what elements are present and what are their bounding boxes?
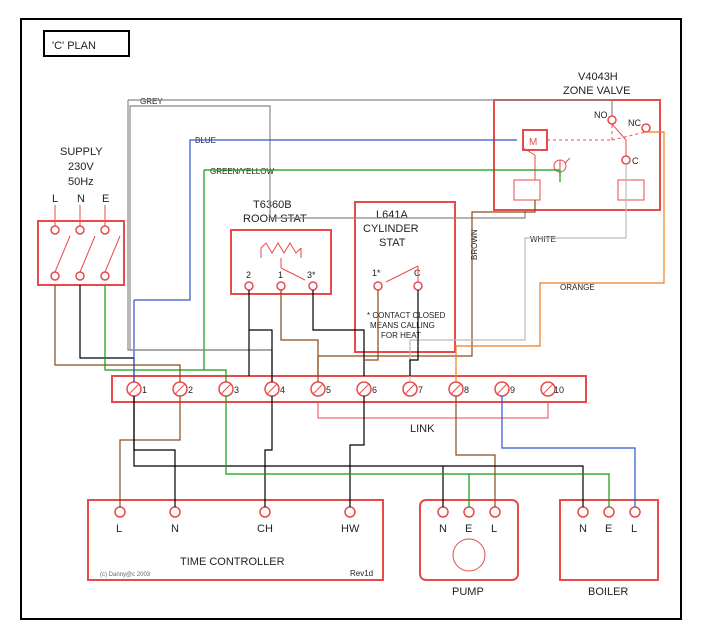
svg-text:M: M bbox=[529, 137, 537, 148]
pump: N E L PUMP bbox=[420, 500, 518, 598]
svg-text:E: E bbox=[465, 523, 472, 535]
label-orange: ORANGE bbox=[560, 283, 595, 292]
cylstat-name1: CYLINDER bbox=[363, 223, 419, 235]
svg-text:C: C bbox=[632, 156, 639, 166]
svg-text:1: 1 bbox=[142, 385, 147, 395]
roomstat-name: ROOM STAT bbox=[243, 213, 307, 225]
svg-text:N: N bbox=[579, 523, 587, 535]
svg-text:BOILER: BOILER bbox=[588, 586, 628, 598]
supply-switch bbox=[38, 205, 124, 285]
strip-link: LINK bbox=[410, 423, 435, 435]
label-green: GREEN/YELLOW bbox=[210, 167, 274, 176]
supply-freq: 50Hz bbox=[68, 176, 94, 188]
svg-text:7: 7 bbox=[418, 385, 423, 395]
supply-term-l: L bbox=[52, 193, 58, 205]
svg-text:4: 4 bbox=[280, 385, 285, 395]
roomstat-model: T6360B bbox=[253, 199, 292, 211]
supply-term-e: E bbox=[102, 193, 109, 205]
supply-voltage: 230V bbox=[68, 161, 94, 173]
svg-text:TIME CONTROLLER: TIME CONTROLLER bbox=[180, 556, 285, 568]
svg-text:L: L bbox=[491, 523, 497, 535]
svg-text:3: 3 bbox=[234, 385, 239, 395]
zonevalve-name: ZONE VALVE bbox=[563, 85, 630, 97]
label-brown: BROWN bbox=[470, 229, 479, 260]
cylstat-model: L641A bbox=[376, 209, 408, 221]
label-white: WHITE bbox=[530, 235, 556, 244]
svg-text:L: L bbox=[631, 523, 637, 535]
svg-text:NC: NC bbox=[628, 118, 641, 128]
svg-text:HW: HW bbox=[341, 523, 360, 535]
svg-text:FOR HEAT: FOR HEAT bbox=[381, 331, 421, 340]
boiler: N E L BOILER bbox=[560, 500, 658, 598]
zone-valve: M NO NC C bbox=[494, 100, 660, 210]
svg-text:NO: NO bbox=[594, 110, 608, 120]
svg-text:L: L bbox=[116, 523, 122, 535]
svg-text:N: N bbox=[439, 523, 447, 535]
copyright: (c) Danny@c 2003 bbox=[100, 572, 151, 578]
supply-label: SUPPLY bbox=[60, 146, 103, 158]
svg-text:3*: 3* bbox=[307, 270, 316, 280]
svg-text:2: 2 bbox=[246, 270, 251, 280]
svg-text:1: 1 bbox=[278, 270, 283, 280]
svg-text:6: 6 bbox=[372, 385, 377, 395]
svg-text:8: 8 bbox=[464, 385, 469, 395]
svg-text:E: E bbox=[605, 523, 612, 535]
svg-text:9: 9 bbox=[510, 385, 515, 395]
supply-term-n: N bbox=[77, 193, 85, 205]
svg-text:PUMP: PUMP bbox=[452, 586, 484, 598]
svg-text:N: N bbox=[171, 523, 179, 535]
wiring-diagram: 'C' PLAN SUPPLY 230V 50Hz L N E T6360B R… bbox=[0, 0, 702, 641]
svg-text:* CONTACT CLOSED: * CONTACT CLOSED bbox=[367, 311, 446, 320]
svg-text:10: 10 bbox=[554, 385, 564, 395]
time-controller: L N CH HW TIME CONTROLLER bbox=[88, 500, 383, 580]
zonevalve-model: V4043H bbox=[578, 71, 618, 83]
revision: Rev1d bbox=[350, 569, 373, 578]
cylstat-name2: STAT bbox=[379, 237, 406, 249]
svg-text:CH: CH bbox=[257, 523, 273, 535]
label-grey: GREY bbox=[140, 97, 163, 106]
diagram-title: 'C' PLAN bbox=[52, 40, 96, 52]
room-stat: 2 1 3* bbox=[231, 230, 331, 294]
svg-text:MEANS CALLING: MEANS CALLING bbox=[370, 321, 435, 330]
svg-text:2: 2 bbox=[188, 385, 193, 395]
svg-text:5: 5 bbox=[326, 385, 331, 395]
svg-text:1*: 1* bbox=[372, 268, 381, 278]
